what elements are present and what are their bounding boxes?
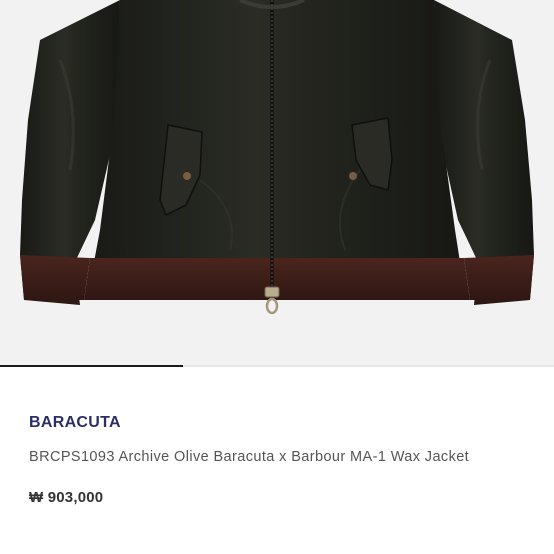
- image-carousel-progress-fill: [0, 365, 183, 367]
- product-title: BRCPS1093 Archive Olive Baracuta x Barbo…: [29, 449, 470, 465]
- product-price: ₩ 903,000: [29, 489, 104, 506]
- product-detail-page: BARACUTA BRCPS1093 Archive Olive Baracut…: [0, 0, 554, 554]
- jacket-photo-icon: [0, 0, 554, 366]
- image-carousel-progress: [0, 365, 554, 367]
- product-image[interactable]: [0, 0, 554, 366]
- brand-name[interactable]: BARACUTA: [29, 414, 121, 432]
